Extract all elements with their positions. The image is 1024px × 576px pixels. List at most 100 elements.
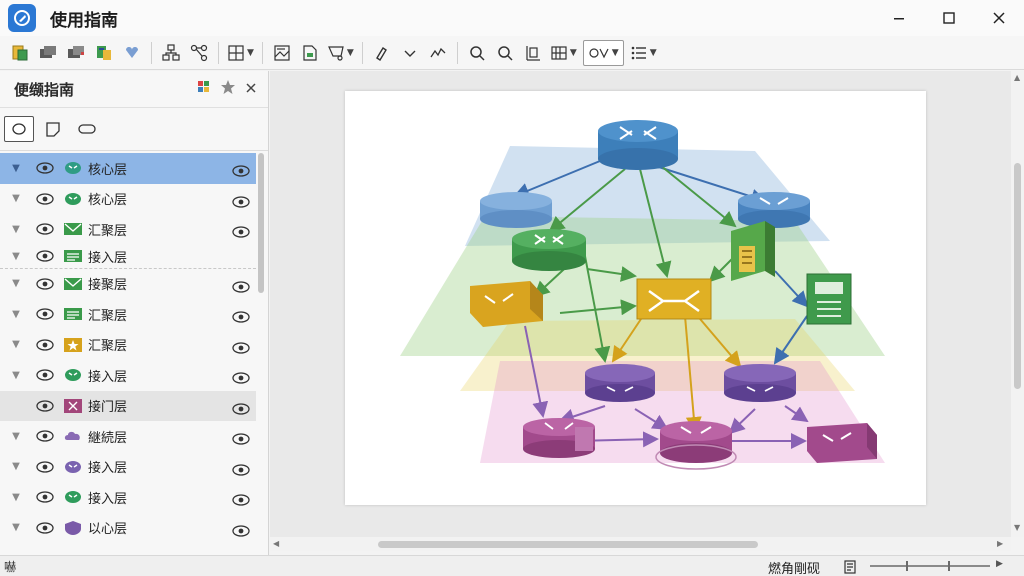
copy-icon[interactable] [65, 40, 87, 66]
lock-visibility-eye-icon[interactable] [232, 369, 250, 384]
distribute-icon[interactable]: ▼ [550, 40, 577, 66]
visibility-eye-icon[interactable] [34, 222, 56, 236]
expand-caret-icon[interactable]: ▼ [6, 193, 26, 204]
visibility-eye-icon[interactable] [34, 368, 56, 382]
access-server-left-icon[interactable] [523, 418, 595, 458]
visibility-eye-icon[interactable] [34, 429, 56, 443]
close-window-button[interactable] [974, 0, 1024, 36]
palette-icon[interactable] [196, 79, 212, 99]
lock-visibility-eye-icon[interactable] [232, 400, 250, 415]
visibility-eye-icon[interactable] [34, 192, 56, 206]
core-router-icon[interactable] [598, 120, 678, 170]
align-icon[interactable] [522, 40, 544, 66]
new-document-icon[interactable] [9, 40, 31, 66]
open-icon[interactable] [37, 40, 59, 66]
core-router-right-icon[interactable] [738, 192, 810, 228]
zoom-out-icon[interactable] [494, 40, 516, 66]
layer-row[interactable]: ▼ 接入层 [0, 360, 256, 391]
page-view-icon[interactable] [843, 559, 857, 574]
expand-caret-icon[interactable]: ▼ [6, 461, 26, 472]
line-chart-icon[interactable] [427, 40, 449, 66]
visibility-eye-icon[interactable] [34, 161, 56, 175]
center-firewall-icon[interactable] [636, 278, 712, 320]
visibility-eye-icon[interactable] [34, 399, 56, 413]
format-style-button[interactable]: ▼ [582, 39, 624, 66]
lock-visibility-eye-icon[interactable] [232, 223, 250, 238]
expand-caret-icon[interactable]: ▼ [6, 522, 26, 533]
canvas-hscroll-thumb[interactable] [378, 541, 758, 548]
lock-visibility-eye-icon[interactable] [232, 308, 250, 323]
layer-row[interactable]: ▼ 接聚层 [0, 269, 256, 300]
visibility-eye-icon[interactable] [34, 490, 56, 504]
heart-shape-icon[interactable] [121, 40, 143, 66]
expand-caret-icon[interactable]: ▼ [6, 278, 26, 289]
expand-caret-icon[interactable]: ▼ [6, 163, 26, 174]
layer-row[interactable]: ▼ 以心层 [0, 513, 256, 544]
layer-row[interactable]: ▼ 接入层 [0, 452, 256, 483]
visibility-eye-icon[interactable] [34, 277, 56, 291]
ellipse-tool-button[interactable] [4, 116, 34, 142]
lock-visibility-eye-icon[interactable] [232, 430, 250, 445]
layer-row[interactable]: ▼ 接入层 [0, 482, 256, 513]
image-icon[interactable] [271, 40, 293, 66]
minimize-button[interactable] [874, 0, 924, 36]
zoom-in-arrow-icon[interactable]: ▶ [996, 559, 1003, 569]
layer-row[interactable]: ▼ 汇聚层 [0, 214, 256, 245]
zoom-slider[interactable] [870, 561, 990, 571]
table-grid-icon[interactable]: ▼ [227, 40, 254, 66]
star-icon[interactable] [220, 79, 236, 99]
expand-caret-icon[interactable]: ▼ [6, 339, 26, 350]
distribution-router-icon[interactable] [512, 229, 586, 271]
layer-row[interactable]: ▼ 汇聚层 [0, 299, 256, 330]
visibility-eye-icon[interactable] [34, 460, 56, 474]
zoom-slider-thumb[interactable] [948, 561, 950, 571]
layer-row[interactable]: ▼ 核心层 [0, 184, 256, 215]
lock-visibility-eye-icon[interactable] [232, 339, 250, 354]
expand-caret-icon[interactable]: ▼ [6, 431, 26, 442]
document-icon[interactable] [299, 40, 321, 66]
layer-row[interactable]: ▼ 核心层 [0, 153, 256, 184]
shape-style-icon[interactable]: ▼ [327, 40, 354, 66]
zoom-in-icon[interactable] [466, 40, 488, 66]
diagram-page[interactable] [345, 91, 926, 505]
canvas-horizontal-scrollbar[interactable]: ◀ ▶ [270, 537, 1011, 551]
expand-caret-icon[interactable]: ▼ [6, 370, 26, 381]
scroll-right-icon[interactable]: ▶ [997, 539, 1003, 548]
lock-visibility-eye-icon[interactable] [232, 193, 250, 208]
layer-row[interactable]: ▼ 継続层 [0, 421, 256, 452]
list-icon[interactable]: ▼ [630, 40, 657, 66]
access-router-right-icon[interactable] [724, 364, 796, 402]
visibility-eye-icon[interactable] [34, 338, 56, 352]
layer-row[interactable]: ▼ 汇聚层 [0, 330, 256, 361]
canvas-vertical-scrollbar[interactable]: ▲ ▼ [1011, 71, 1024, 537]
expand-caret-icon[interactable]: ▼ [6, 224, 26, 235]
pen-tool-icon[interactable] [371, 40, 393, 66]
maximize-button[interactable] [924, 0, 974, 36]
visibility-eye-icon[interactable] [34, 521, 56, 535]
org-chart-icon[interactable] [160, 40, 182, 66]
canvas-vscroll-thumb[interactable] [1014, 163, 1021, 389]
scroll-left-icon[interactable]: ◀ [273, 539, 279, 548]
expand-caret-icon[interactable]: ▼ [6, 492, 26, 503]
lock-visibility-eye-icon[interactable] [232, 278, 250, 293]
drawing-canvas[interactable] [270, 71, 1011, 537]
close-icon[interactable] [244, 80, 258, 99]
access-router-left-icon[interactable] [585, 364, 655, 402]
paste-icon[interactable] [93, 40, 115, 66]
scroll-down-icon[interactable]: ▼ [1014, 523, 1020, 532]
note-shape-button[interactable] [38, 116, 68, 142]
visibility-eye-icon[interactable] [34, 249, 56, 263]
green-switch-icon[interactable] [731, 221, 775, 281]
lock-visibility-eye-icon[interactable] [232, 162, 250, 177]
lock-visibility-eye-icon[interactable] [232, 522, 250, 537]
lock-visibility-eye-icon[interactable] [232, 461, 250, 476]
scroll-up-icon[interactable]: ▲ [1014, 73, 1020, 82]
visibility-eye-icon[interactable] [34, 307, 56, 321]
expand-caret-icon[interactable]: ▼ [6, 251, 26, 262]
layer-row[interactable]: 接门层 [0, 390, 256, 421]
connect-icon[interactable] [188, 40, 210, 66]
gold-switch-icon[interactable] [470, 281, 543, 327]
core-router-left-icon[interactable] [480, 192, 552, 228]
server-panel-icon[interactable] [806, 273, 852, 325]
access-switch-bottom-icon[interactable] [807, 423, 877, 463]
